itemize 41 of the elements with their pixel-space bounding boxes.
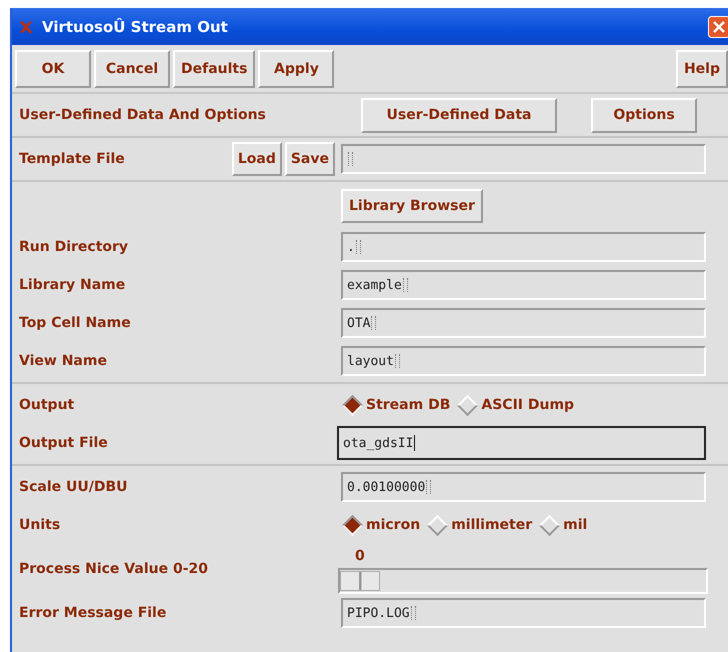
field-label: Output File	[19, 435, 108, 451]
radio-label[interactable]: mil	[563, 517, 588, 533]
field-label: Top Cell Name	[19, 315, 131, 331]
field-label: View Name	[19, 353, 107, 369]
dialog-button[interactable]: User-Defined Data	[361, 98, 557, 132]
window-title: VirtuosoÛ Stream Out	[42, 18, 229, 36]
help-button[interactable]: Help	[676, 50, 728, 88]
toolbar-button[interactable]: OK	[15, 50, 91, 88]
field-label: Output	[19, 397, 74, 413]
dialog-button[interactable]: Save	[284, 142, 335, 176]
toolbar-button[interactable]: Apply	[258, 50, 334, 88]
field-label: Library Name	[19, 277, 126, 293]
toolbar-button[interactable]: Defaults	[173, 50, 256, 88]
slider-track[interactable]	[338, 568, 708, 594]
field-label: Template File	[19, 151, 125, 167]
field-label: Run Directory	[19, 239, 128, 255]
text-field[interactable]: .	[341, 232, 706, 262]
text-field[interactable]: layout	[341, 346, 706, 376]
text-field[interactable]: PIPO.LOG	[341, 598, 706, 628]
text-field[interactable]: OTA	[341, 308, 706, 338]
text-field[interactable]	[341, 144, 706, 174]
dialog-button[interactable]: Load	[232, 142, 282, 176]
close-icon[interactable]	[708, 16, 728, 38]
slider-value: 0	[355, 548, 366, 564]
field-label: Process Nice Value 0-20	[19, 561, 208, 577]
text-field[interactable]: example	[341, 270, 706, 300]
dialog-button[interactable]: Options	[591, 98, 697, 132]
text-field[interactable]: ota_gdsII	[337, 426, 706, 460]
radio-label[interactable]: micron	[366, 517, 420, 533]
radio-label[interactable]: Stream DB	[366, 397, 450, 413]
x-mark-icon	[18, 18, 34, 34]
dialog-button[interactable]: Library Browser	[341, 189, 483, 223]
field-label: Error Message File	[19, 605, 166, 621]
radio-label[interactable]: millimeter	[451, 517, 532, 533]
radio-label[interactable]: ASCII Dump	[481, 397, 574, 413]
field-label: Units	[19, 517, 60, 533]
text-field[interactable]: 0.00100000	[341, 472, 706, 502]
toolbar-button[interactable]: Cancel	[94, 50, 170, 88]
field-label: User-Defined Data And Options	[19, 107, 266, 123]
slider-thumb[interactable]	[340, 571, 380, 591]
field-label: Scale UU/DBU	[19, 479, 128, 495]
